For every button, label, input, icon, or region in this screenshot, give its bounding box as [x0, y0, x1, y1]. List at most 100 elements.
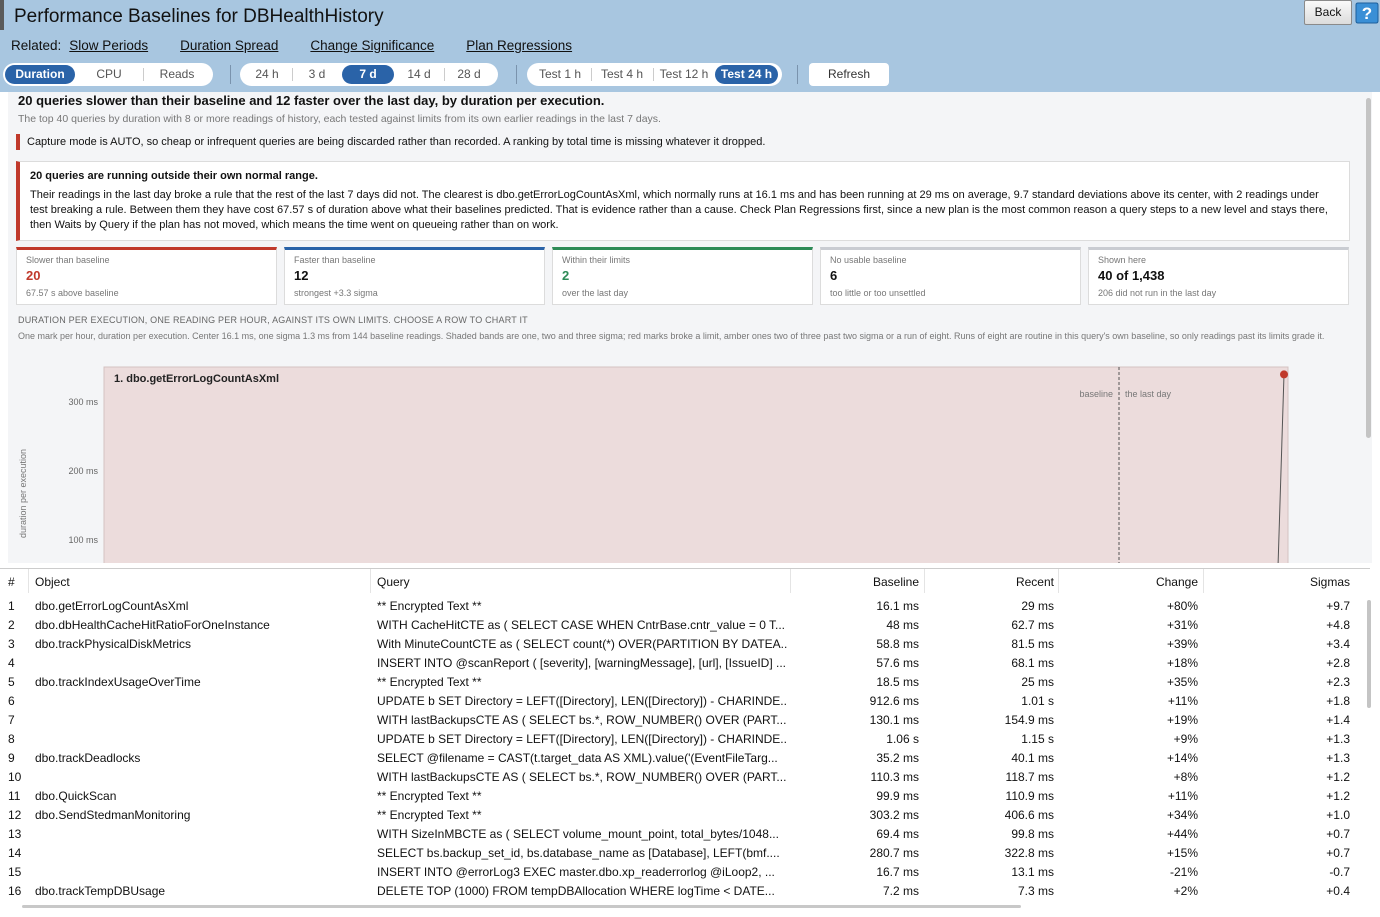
tab-duration[interactable]: Duration: [5, 65, 75, 84]
cell-recent: 406.6 ms: [1004, 808, 1054, 822]
cell-query: With MinuteCountCTE as ( SELECT count(*)…: [377, 637, 787, 651]
col-header-query[interactable]: Query: [377, 575, 410, 589]
grid-horizontal-scrollbar[interactable]: [22, 905, 1021, 908]
tab-reads[interactable]: Reads: [143, 65, 211, 84]
tab-14d[interactable]: 14 d: [394, 65, 444, 84]
tab-28d[interactable]: 28 d: [444, 65, 494, 84]
report-panel: 20 queries slower than their baseline an…: [8, 92, 1372, 563]
col-header-recent[interactable]: Recent: [1016, 575, 1054, 589]
cell-change: +9%: [1173, 732, 1198, 746]
cell-baseline: 130.1 ms: [869, 713, 919, 727]
cell-num: 6: [8, 694, 15, 708]
stat-value: 2: [562, 268, 570, 283]
cell-sigmas: +1.4: [1326, 713, 1350, 727]
report-scrollbar[interactable]: [1366, 98, 1371, 438]
cell-query: UPDATE b SET Directory = LEFT([Directory…: [377, 694, 787, 708]
stat-slower: Slower than baseline 20 67.57 s above ba…: [16, 247, 277, 305]
grid-vertical-scrollbar[interactable]: [1367, 600, 1371, 708]
col-header-num[interactable]: #: [8, 575, 15, 589]
control-chart[interactable]: 1. dbo.getErrorLogCountAsXml duration pe…: [8, 357, 1308, 563]
related-label: Related:: [11, 38, 62, 53]
tab-24h[interactable]: 24 h: [242, 65, 292, 84]
cell-change: +2%: [1173, 884, 1198, 898]
cell-baseline: 48 ms: [886, 618, 919, 632]
svg-text:?: ?: [1362, 4, 1372, 23]
cell-baseline: 303.2 ms: [869, 808, 919, 822]
cell-sigmas: +2.3: [1326, 675, 1350, 689]
table-row[interactable]: 3 dbo.trackPhysicalDiskMetrics With Minute…: [0, 634, 1370, 653]
cell-num: 9: [8, 751, 15, 765]
y-axis-label: duration per execution: [18, 449, 28, 538]
table-row[interactable]: 4 INSERT INTO @scanReport ( [severity], […: [0, 653, 1370, 672]
cell-change: +39%: [1166, 637, 1198, 651]
cell-num: 14: [8, 846, 22, 860]
test-tabs: Test 1 h Test 4 h Test 12 h Test 24 h: [527, 63, 782, 86]
data-point[interactable]: [1280, 370, 1288, 379]
col-divider: [28, 569, 29, 593]
table-row[interactable]: 15 INSERT INTO @errorLog3 EXEC master.dbo…: [0, 862, 1370, 881]
refresh-button[interactable]: Refresh: [809, 63, 889, 86]
cell-baseline: 18.5 ms: [876, 675, 919, 689]
cell-recent: 81.5 ms: [1011, 637, 1054, 651]
table-row[interactable]: 2 dbo.dbHealthCacheHitRatioForOneInstance…: [0, 615, 1370, 634]
tab-test-12h[interactable]: Test 12 h: [653, 65, 715, 84]
help-icon[interactable]: ?: [1355, 1, 1379, 25]
cell-num: 16: [8, 884, 22, 898]
cell-baseline: 912.6 ms: [869, 694, 919, 708]
cell-recent: 1.15 s: [1021, 732, 1054, 746]
cell-num: 1: [8, 599, 15, 613]
tab-3d[interactable]: 3 d: [292, 65, 342, 84]
cell-query: ** Encrypted Text **: [377, 789, 482, 803]
stat-value: 20: [26, 268, 41, 283]
alert-title: 20 queries are running outside their own…: [30, 170, 318, 182]
page-title: Performance Baselines for DBHealthHistor…: [14, 6, 384, 27]
chart-notes: One mark per hour, duration per executio…: [18, 331, 1325, 341]
table-row[interactable]: 14 SELECT bs.backup_set_id, bs.database_n…: [0, 843, 1370, 862]
region-label-baseline: baseline: [1079, 389, 1113, 399]
cell-recent: 62.7 ms: [1011, 618, 1054, 632]
tab-test-24h[interactable]: Test 24 h: [715, 65, 778, 84]
link-change-significance[interactable]: Change Significance: [310, 38, 434, 53]
table-row[interactable]: 5 dbo.trackIndexUsageOverTime ** Encrypted…: [0, 672, 1370, 691]
cell-baseline: 280.7 ms: [869, 846, 919, 860]
tab-test-1h[interactable]: Test 1 h: [529, 65, 591, 84]
col-header-object[interactable]: Object: [35, 575, 70, 589]
table-row[interactable]: 10 WITH lastBackupsCTE AS ( SELECT bs.*, …: [0, 767, 1370, 786]
table-row[interactable]: 13 WITH SizeInMBCTE as ( SELECT volume_mo…: [0, 824, 1370, 843]
cell-recent: 13.1 ms: [1011, 865, 1054, 879]
table-row[interactable]: 1 dbo.getErrorLogCountAsXml ** Encrypted T…: [0, 596, 1370, 615]
tab-cpu[interactable]: CPU: [75, 65, 143, 84]
stat-within: Within their limits 2 over the last day: [552, 247, 813, 305]
stat-label: No usable baseline: [830, 255, 907, 265]
table-row[interactable]: 8 UPDATE b SET Directory = LEFT([Director…: [0, 729, 1370, 748]
table-row[interactable]: 16 dbo.trackTempDBUsage DELETE TOP (1000) …: [0, 881, 1370, 900]
table-row[interactable]: 7 WITH lastBackupsCTE AS ( SELECT bs.*, R…: [0, 710, 1370, 729]
col-header-baseline[interactable]: Baseline: [873, 575, 919, 589]
col-header-change[interactable]: Change: [1156, 575, 1198, 589]
cell-query: ** Encrypted Text **: [377, 675, 482, 689]
col-header-sigmas[interactable]: Sigmas: [1310, 575, 1350, 589]
tab-test-4h[interactable]: Test 4 h: [591, 65, 653, 84]
cell-baseline: 58.8 ms: [876, 637, 919, 651]
link-duration-spread[interactable]: Duration Spread: [180, 38, 278, 53]
cell-num: 15: [8, 865, 22, 879]
cell-object: dbo.trackIndexUsageOverTime: [35, 675, 201, 689]
back-button[interactable]: Back: [1304, 0, 1352, 25]
table-row[interactable]: 6 UPDATE b SET Directory = LEFT([Director…: [0, 691, 1370, 710]
cell-num: 12: [8, 808, 22, 822]
table-row[interactable]: 9 dbo.trackDeadlocks SELECT @filename = CA…: [0, 748, 1370, 767]
cell-recent: 118.7 ms: [1005, 770, 1054, 784]
link-plan-regressions[interactable]: Plan Regressions: [466, 38, 572, 53]
stat-value: 40 of 1,438: [1098, 268, 1165, 283]
col-divider: [924, 569, 925, 593]
cell-query: SELECT @filename = CAST(t.target_data AS…: [377, 751, 778, 765]
table-row[interactable]: 11 dbo.QuickScan ** Encrypted Text ** 99.9 …: [0, 786, 1370, 805]
cell-recent: 154.9 ms: [1004, 713, 1054, 727]
cell-baseline: 16.1 ms: [876, 599, 919, 613]
cell-query: INSERT INTO @scanReport ( [severity], [w…: [377, 656, 786, 670]
cell-recent: 25 ms: [1021, 675, 1054, 689]
tab-7d[interactable]: 7 d: [342, 65, 394, 84]
cell-object: dbo.SendStedmanMonitoring: [35, 808, 191, 822]
link-slow-periods[interactable]: Slow Periods: [69, 38, 148, 53]
table-row[interactable]: 12 dbo.SendStedmanMonitoring ** Encrypted …: [0, 805, 1370, 824]
